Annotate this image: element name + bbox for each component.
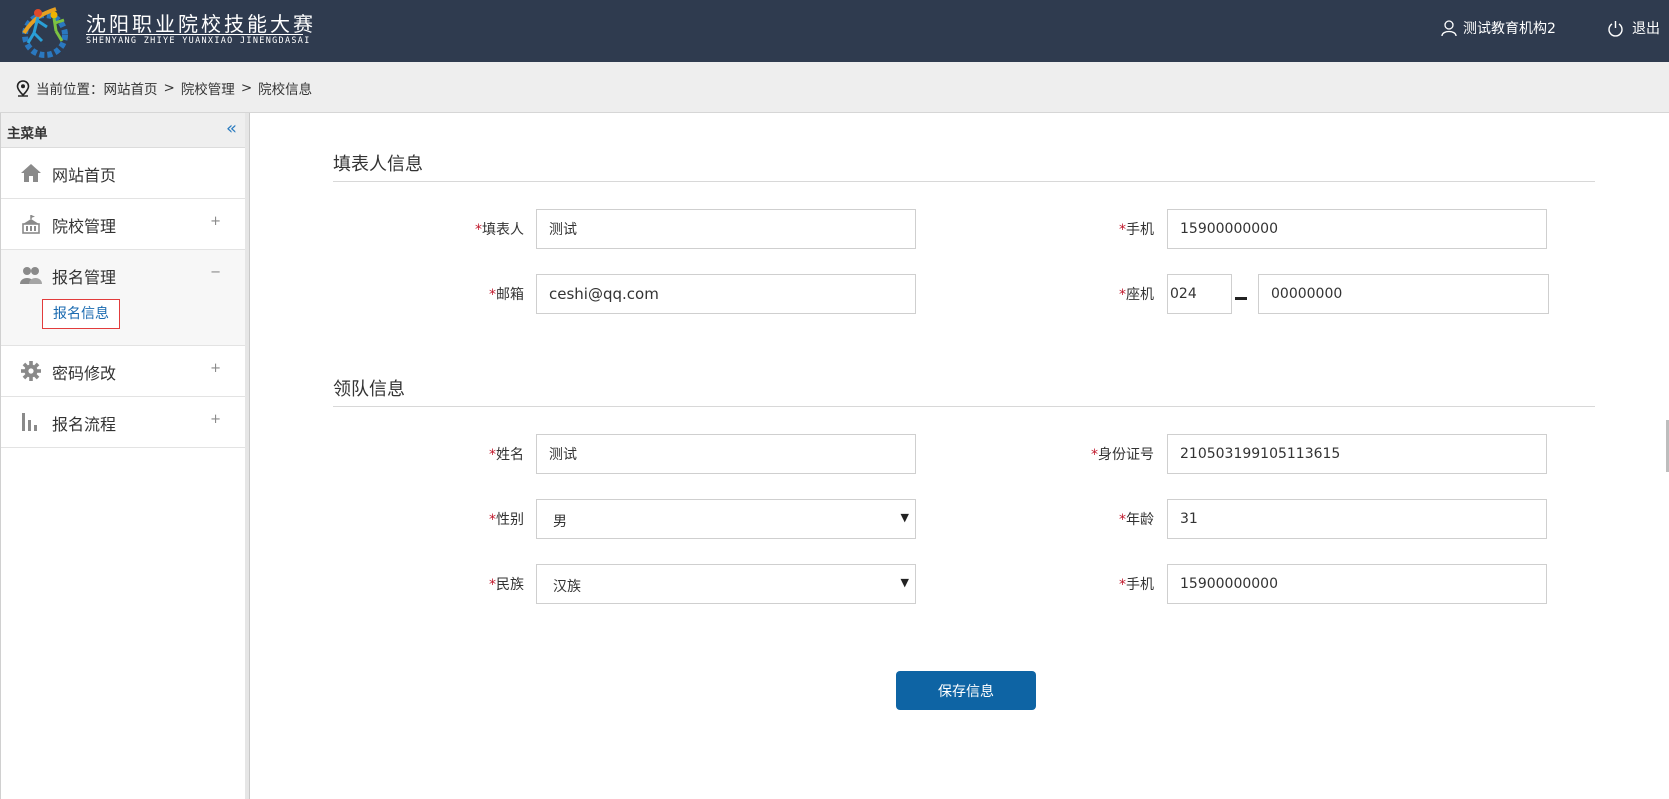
- sidebar-title: 主菜单: [7, 126, 48, 142]
- sidebar-subitem-registration-info[interactable]: 报名信息: [42, 299, 120, 329]
- power-icon: [1608, 20, 1623, 37]
- leader-phone-input[interactable]: [1167, 564, 1547, 604]
- label-ethnicity: *民族: [489, 577, 524, 593]
- label-email: *邮箱: [489, 287, 524, 303]
- landline-number-input[interactable]: [1258, 274, 1549, 314]
- breadcrumb-item-current: 院校信息: [258, 82, 313, 98]
- landline-dash: [1235, 297, 1247, 300]
- brand-title: 沈阳职业院校技能大赛: [86, 12, 316, 36]
- user-icon: [1441, 19, 1457, 36]
- location-pin-icon: [16, 79, 30, 97]
- bar-chart-icon: [22, 413, 37, 431]
- brand-divider: [86, 34, 303, 35]
- area-code-input[interactable]: [1167, 274, 1232, 314]
- sidebar: 主菜单 « 网站首页 院校管理 + 报名管理 − 报名信息 密码修改 + 报名流…: [0, 113, 246, 799]
- label-leader-phone: *手机: [1119, 577, 1154, 593]
- gender-select[interactable]: 男 ▼: [536, 499, 916, 539]
- breadcrumb-item-school-mgmt[interactable]: 院校管理: [181, 78, 235, 98]
- label-age: *年龄: [1119, 512, 1154, 528]
- user-name: 测试教育机构2: [1463, 21, 1556, 37]
- logout-button[interactable]: 退出: [1607, 18, 1660, 38]
- gender-selected: 男: [553, 514, 567, 530]
- logo-icon: [22, 7, 68, 58]
- save-button[interactable]: 保存信息: [896, 671, 1036, 710]
- sidebar-item-label: 报名流程: [52, 415, 117, 434]
- breadcrumb-item-home[interactable]: 网站首页: [104, 78, 158, 98]
- top-header: 沈阳职业院校技能大赛 SHENYANG ZHIYE YUANXIAO JINEN…: [0, 0, 1669, 62]
- leader-name-input[interactable]: [536, 434, 916, 474]
- sidebar-splitter[interactable]: [245, 113, 250, 799]
- email-field[interactable]: [536, 274, 916, 314]
- ethnicity-select[interactable]: 汉族 ▼: [536, 564, 916, 604]
- label-name: *姓名: [489, 447, 524, 463]
- age-input[interactable]: [1167, 499, 1547, 539]
- sidebar-item-school-mgmt[interactable]: 院校管理 +: [1, 199, 245, 250]
- label-landline: *座机: [1119, 287, 1154, 303]
- dropdown-arrow-icon: ▼: [900, 576, 909, 589]
- sidebar-item-home[interactable]: 网站首页: [1, 148, 245, 199]
- breadcrumb-prefix: 当前位置：: [36, 82, 104, 98]
- ethnicity-selected: 汉族: [553, 579, 581, 595]
- section-title-leader: 领队信息: [333, 379, 405, 400]
- dropdown-arrow-icon: ▼: [900, 511, 909, 524]
- breadcrumb-bar: 当前位置： 网站首页 > 院校管理 > 院校信息: [0, 62, 1669, 113]
- user-menu[interactable]: 测试教育机构2: [1441, 18, 1556, 38]
- collapse-icon[interactable]: −: [210, 265, 221, 280]
- filler-name-input[interactable]: [536, 209, 916, 249]
- section-divider: [333, 181, 1595, 182]
- logout-label: 退出: [1632, 21, 1660, 37]
- section-title-filler: 填表人信息: [333, 154, 423, 175]
- expand-icon[interactable]: +: [210, 361, 221, 376]
- breadcrumb-separator: >: [163, 80, 175, 96]
- breadcrumb-separator: >: [240, 80, 253, 96]
- sidebar-item-label: 密码修改: [52, 364, 117, 383]
- sidebar-header: 主菜单 «: [1, 113, 245, 148]
- school-icon: [22, 215, 40, 234]
- sidebar-item-password[interactable]: 密码修改 +: [1, 346, 245, 397]
- label-id-number: *身份证号: [1091, 447, 1154, 463]
- sidebar-item-label: 报名管理: [52, 268, 117, 287]
- sidebar-item-registration-mgmt[interactable]: 报名管理 − 报名信息: [1, 250, 245, 346]
- home-icon: [21, 164, 41, 182]
- sidebar-item-label: 院校管理: [52, 217, 117, 236]
- filler-phone-input[interactable]: [1167, 209, 1547, 249]
- label-phone: *手机: [1119, 222, 1154, 238]
- sidebar-item-label: 网站首页: [52, 166, 117, 185]
- label-filler: *填表人: [475, 222, 524, 238]
- expand-icon[interactable]: +: [210, 214, 221, 229]
- expand-icon[interactable]: +: [210, 412, 221, 427]
- brand-subtitle: SHENYANG ZHIYE YUANXIAO JINENGDASAI: [86, 36, 311, 46]
- id-number-input[interactable]: [1167, 434, 1547, 474]
- section-divider: [333, 406, 1595, 407]
- double-chevron-left-icon[interactable]: «: [226, 118, 237, 139]
- users-icon: [20, 267, 42, 284]
- sidebar-item-registration-flow[interactable]: 报名流程 +: [1, 397, 245, 448]
- label-gender: *性别: [489, 512, 524, 528]
- breadcrumb: 当前位置： 网站首页 > 院校管理 > 院校信息: [16, 78, 312, 98]
- gear-icon: [21, 361, 41, 381]
